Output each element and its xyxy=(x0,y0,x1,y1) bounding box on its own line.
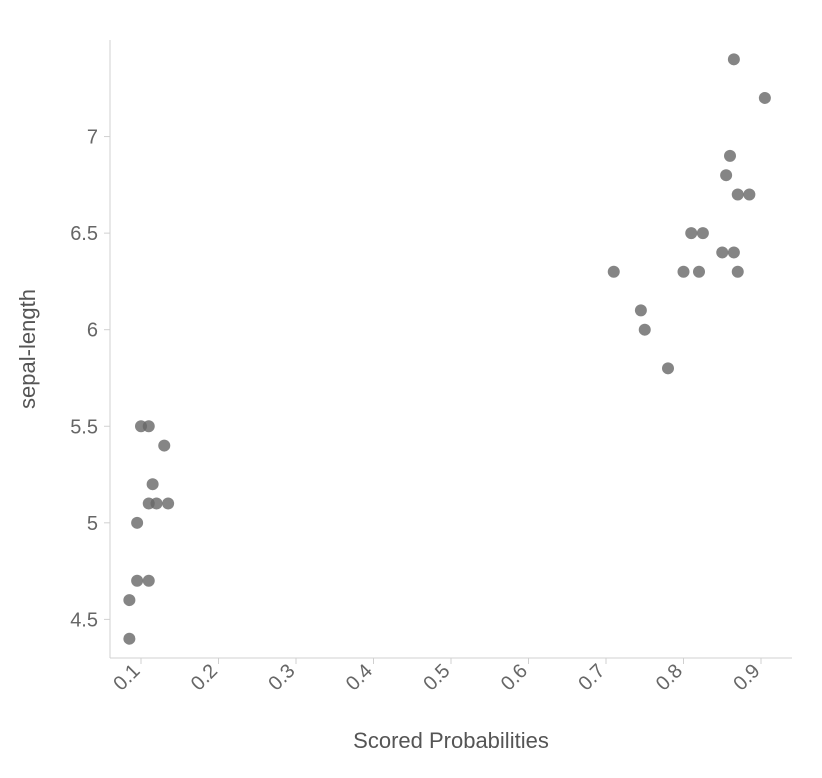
data-point xyxy=(162,498,174,510)
data-point xyxy=(716,246,728,258)
x-tick-label: 0.5 xyxy=(419,660,454,695)
x-axis-title: Scored Probabilities xyxy=(353,728,549,753)
data-point xyxy=(662,362,674,374)
x-tick-label: 0.2 xyxy=(187,660,222,695)
data-point xyxy=(720,169,732,181)
y-tick-label: 5.5 xyxy=(70,416,98,438)
y-axis-title: sepal-length xyxy=(15,289,40,409)
x-tick-label: 0.1 xyxy=(109,660,144,695)
data-point xyxy=(685,227,697,239)
data-point xyxy=(123,594,135,606)
chart-svg: 4.5 5 5.5 6 6.5 7 0.1 0.2 0.3 0.4 0.5 0.6 0.7 0.8 0.9 s… xyxy=(0,0,822,778)
data-point xyxy=(732,189,744,201)
y-tick-label: 5 xyxy=(87,513,98,535)
data-point xyxy=(678,266,690,278)
scatter-chart: 4.5 5 5.5 6 6.5 7 0.1 0.2 0.3 0.4 0.5 0.6 0.7 0.8 0.9 s… xyxy=(0,0,822,778)
data-point xyxy=(724,150,736,162)
data-point xyxy=(608,266,620,278)
data-point xyxy=(635,304,647,316)
data-point xyxy=(728,53,740,65)
data-point xyxy=(131,575,143,587)
y-tick-label: 4.5 xyxy=(70,609,98,631)
data-point xyxy=(693,266,705,278)
x-tick-label: 0.4 xyxy=(342,660,377,695)
data-point xyxy=(728,246,740,258)
data-point xyxy=(158,440,170,452)
x-tick-label: 0.6 xyxy=(497,660,532,695)
x-tick-label: 0.9 xyxy=(729,660,764,695)
data-point xyxy=(697,227,709,239)
data-point xyxy=(143,575,155,587)
y-tick-label: 6.5 xyxy=(70,223,98,245)
x-tick-label: 0.8 xyxy=(652,660,687,695)
y-tick-label: 7 xyxy=(87,127,98,149)
data-point xyxy=(147,478,159,490)
x-tick-label: 0.3 xyxy=(264,660,299,695)
data-point xyxy=(743,189,755,201)
data-point xyxy=(639,324,651,336)
data-point xyxy=(151,498,163,510)
data-point xyxy=(123,633,135,645)
data-point xyxy=(732,266,744,278)
data-point xyxy=(759,92,771,104)
data-point xyxy=(131,517,143,529)
x-tick-label: 0.7 xyxy=(574,660,609,695)
data-point xyxy=(143,420,155,432)
y-tick-label: 6 xyxy=(87,320,98,342)
